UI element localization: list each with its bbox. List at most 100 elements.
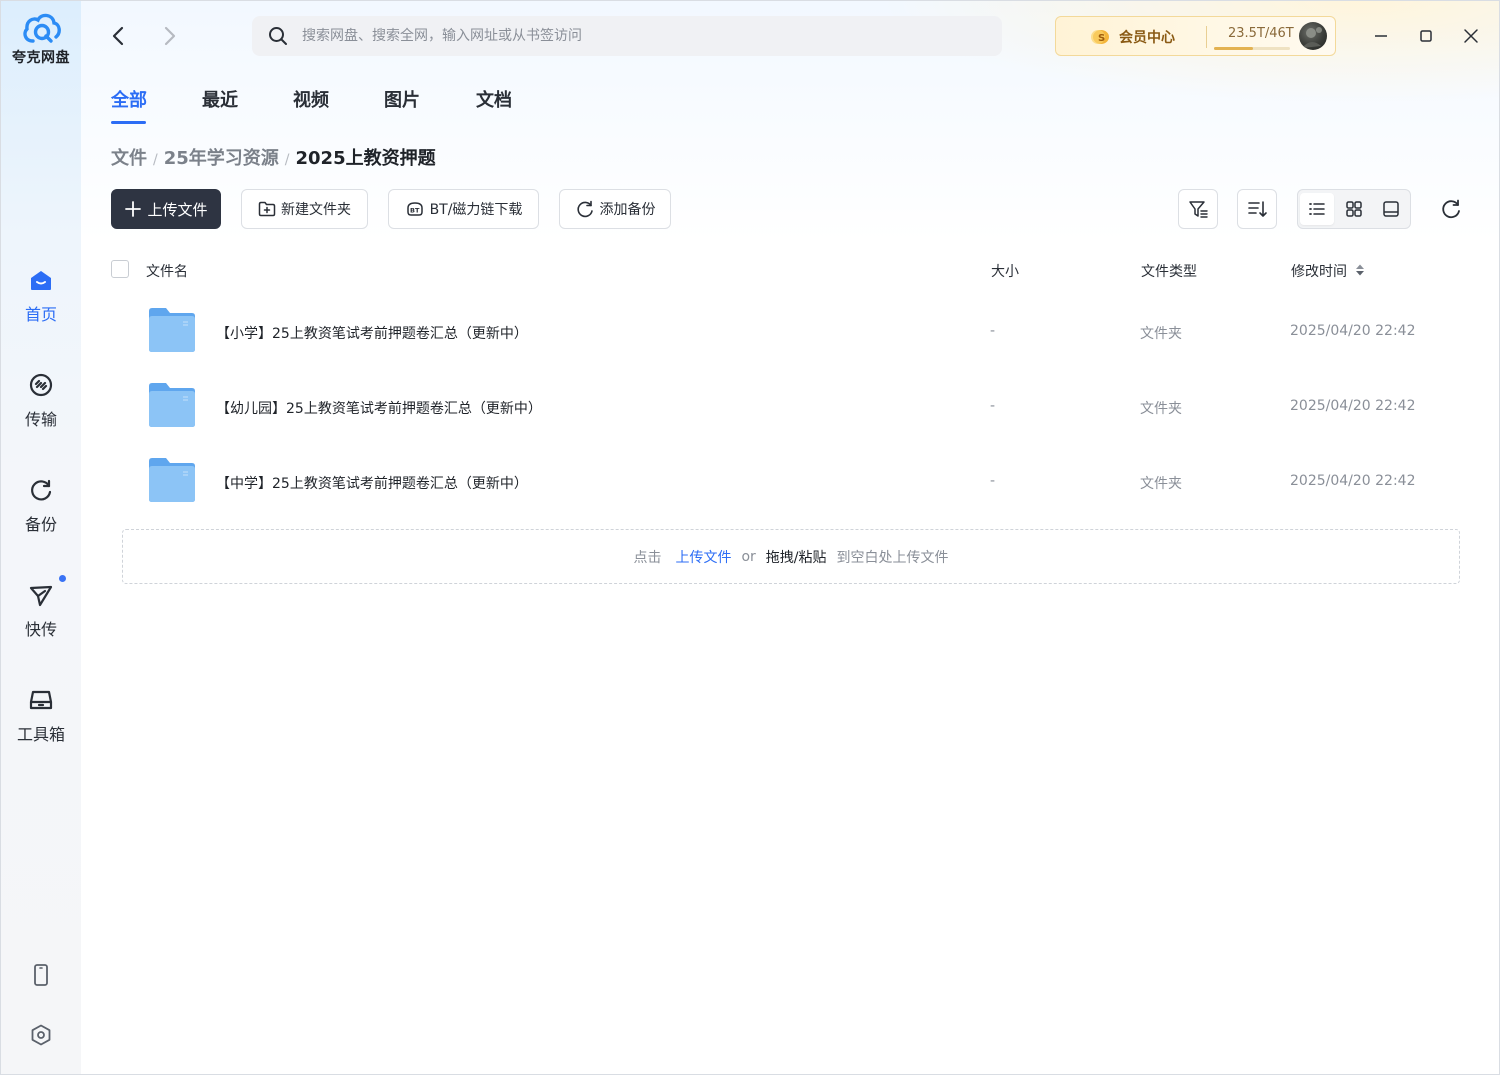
view-mode-switcher (1297, 189, 1411, 229)
home-icon (31, 271, 51, 290)
list-view-icon (1309, 203, 1325, 215)
tab-recent[interactable]: 最近 (202, 86, 238, 112)
sidebar-item-quick-send[interactable]: 快传 (1, 575, 81, 640)
tab-images[interactable]: 图片 (384, 86, 420, 112)
file-type: 文件夹 (1140, 326, 1182, 342)
bt-download-button-label: BT/磁力链下载 (429, 202, 523, 218)
storage-usage: 23.5T/46T (1228, 26, 1294, 41)
refresh-button[interactable] (1438, 196, 1464, 222)
column-header-size[interactable]: 大小 (991, 261, 1019, 281)
close-icon (1464, 29, 1478, 43)
app-name: 夸克网盘 (12, 50, 70, 66)
sidebar-item-label: 快传 (24, 620, 57, 639)
file-type: 文件夹 (1140, 476, 1182, 492)
table-row[interactable]: 【小学】25上教资笔试考前押题卷汇总（更新中） - 文件夹 2025/04/20… (111, 294, 1471, 369)
tab-video[interactable]: 视频 (293, 86, 329, 112)
new-folder-icon (258, 201, 276, 217)
table-row[interactable]: 【中学】25上教资笔试考前押题卷汇总（更新中） - 文件夹 2025/04/20… (111, 444, 1471, 519)
file-modified-time: 2025/04/20 22:42 (1290, 398, 1416, 414)
file-modified-time: 2025/04/20 22:42 (1290, 323, 1416, 339)
svg-text:BT: BT (410, 207, 420, 215)
breadcrumb-item-root[interactable]: 文件 (111, 148, 147, 169)
back-button[interactable] (106, 23, 132, 49)
sidebar-item-home[interactable]: 首页 (1, 267, 81, 325)
preview-view-icon (1383, 201, 1399, 217)
search-input[interactable] (302, 16, 982, 56)
add-backup-button-label: 添加备份 (599, 202, 656, 218)
active-tab-indicator (111, 121, 146, 124)
column-header-name[interactable]: 文件名 (146, 261, 188, 281)
search-bar[interactable] (252, 16, 1002, 56)
breadcrumb-separator: / (284, 152, 290, 168)
column-header-type[interactable]: 文件类型 (1141, 261, 1197, 281)
file-size: - (990, 398, 996, 414)
app-window: 夸克网盘 首页 传输 备份 快传 工具箱 搜索网盘、搜索全网，输入网址或从书签访… (0, 0, 1500, 1075)
forward-button[interactable] (157, 23, 183, 49)
refresh-icon (1442, 199, 1460, 219)
filter-button[interactable] (1178, 189, 1218, 229)
backup-icon (31, 479, 52, 501)
list-view-button[interactable] (1300, 193, 1334, 225)
grid-view-icon (1346, 201, 1362, 217)
breadcrumb-item-current: 2025上教资押题 (295, 148, 436, 169)
avatar[interactable] (1299, 22, 1327, 50)
settings-button[interactable] (1, 1023, 81, 1047)
file-name: 【幼儿园】25上教资笔试考前押题卷汇总（更新中） (216, 401, 542, 417)
tab-all[interactable]: 全部 (111, 86, 147, 112)
vip-center-panel[interactable]: S 会员中心 23.5T/46T (1055, 16, 1336, 56)
drop-zone-suffix: 到空白处上传文件 (836, 549, 949, 566)
sidebar-item-transfer[interactable]: 传输 (1, 372, 81, 430)
table-row[interactable]: 【幼儿园】25上教资笔试考前押题卷汇总（更新中） - 文件夹 2025/04/2… (111, 369, 1471, 444)
filter-icon (1189, 201, 1208, 218)
sort-arrows-icon[interactable] (1355, 263, 1365, 277)
backup-sync-icon (576, 200, 593, 218)
add-backup-button[interactable]: 添加备份 (559, 189, 671, 229)
preview-view-button[interactable] (1374, 193, 1408, 225)
grid-view-button[interactable] (1337, 193, 1371, 225)
upload-button[interactable]: 上传文件 (111, 189, 221, 229)
vip-coin-icon: S (1091, 30, 1109, 44)
sidebar-item-label: 传输 (24, 410, 57, 429)
send-icon (29, 585, 53, 607)
quark-cloud-logo-icon (23, 13, 61, 43)
new-folder-button[interactable]: 新建文件夹 (241, 189, 368, 229)
phone-button[interactable] (1, 963, 81, 987)
folder-icon (149, 458, 195, 502)
settings-icon (31, 1024, 51, 1046)
maximize-button[interactable] (1413, 23, 1439, 49)
toolbox-icon (29, 690, 53, 710)
svg-text:S: S (1098, 33, 1105, 44)
folder-icon (149, 383, 195, 427)
breadcrumb: 文件 / 25年学习资源 / 2025上教资押题 (111, 144, 436, 170)
storage-bar (1214, 47, 1290, 50)
bt-download-button[interactable]: BT BT/磁力链下载 (388, 189, 539, 229)
breadcrumb-item-folder[interactable]: 25年学习资源 (164, 148, 279, 169)
sidebar-item-toolbox[interactable]: 工具箱 (1, 687, 81, 745)
sidebar-item-backup[interactable]: 备份 (1, 477, 81, 535)
file-size: - (990, 473, 996, 489)
minimize-icon (1375, 35, 1387, 37)
file-table-header: 文件名 大小 文件类型 修改时间 (111, 257, 1471, 283)
sidebar-item-label: 首页 (24, 305, 57, 324)
chevron-right-icon (164, 26, 176, 46)
vip-divider (1206, 26, 1207, 48)
phone-icon (34, 964, 48, 986)
upload-drop-zone[interactable]: 点击 上传文件 or 拖拽/粘贴 到空白处上传文件 (122, 529, 1460, 584)
close-button[interactable] (1458, 23, 1484, 49)
column-header-modified[interactable]: 修改时间 (1291, 261, 1347, 281)
transfer-icon (29, 373, 53, 397)
breadcrumb-separator: / (153, 152, 158, 168)
sort-button[interactable] (1237, 189, 1277, 229)
drop-zone-prefix: 点击 (633, 549, 662, 566)
select-all-checkbox[interactable] (111, 260, 129, 278)
app-logo[interactable]: 夸克网盘 (1, 11, 81, 67)
plus-icon (125, 201, 142, 217)
drop-zone-upload-link[interactable]: 上传文件 (675, 547, 731, 567)
file-name: 【小学】25上教资笔试考前押题卷汇总（更新中） (216, 326, 528, 342)
minimize-button[interactable] (1368, 23, 1394, 49)
tab-documents[interactable]: 文档 (476, 86, 512, 112)
sidebar-item-label: 备份 (24, 515, 57, 534)
bt-icon: BT (406, 202, 423, 216)
upload-button-label: 上传文件 (147, 200, 208, 219)
folder-icon (149, 308, 195, 352)
